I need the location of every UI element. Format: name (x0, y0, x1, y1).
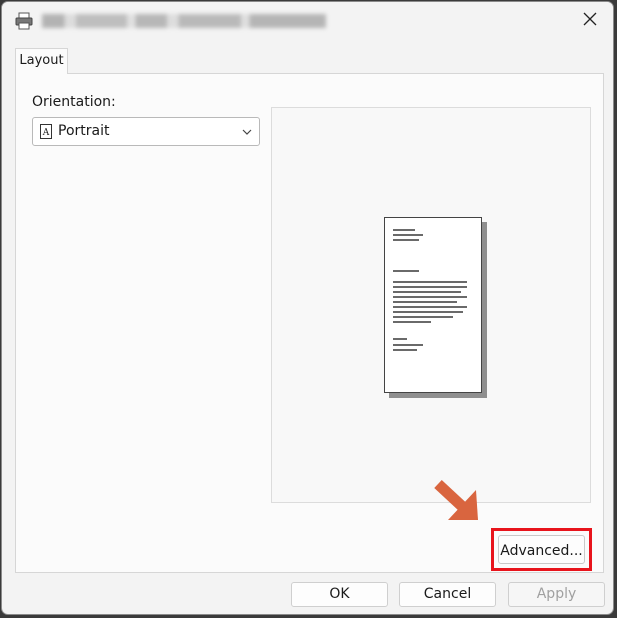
close-icon (583, 12, 597, 30)
apply-button[interactable]: Apply (508, 582, 605, 607)
layout-tab-panel: Orientation: A Portrait Advanced... (15, 73, 604, 573)
arrow-pointer-annotation (434, 479, 478, 520)
orientation-select[interactable]: A Portrait (32, 117, 260, 146)
cancel-button[interactable]: Cancel (399, 582, 496, 607)
orientation-label: Orientation: (32, 94, 116, 110)
tab-layout[interactable]: Layout (15, 48, 68, 74)
portrait-page-icon: A (40, 124, 52, 139)
page-preview-document (384, 217, 482, 393)
orientation-select-value: Portrait (58, 123, 110, 139)
page-setup-dialog: Layout Orientation: A Portrait Advanced.… (1, 1, 614, 615)
advanced-button-highlight: Advanced... (491, 528, 592, 571)
advanced-button[interactable]: Advanced... (498, 535, 585, 564)
printer-icon (14, 11, 34, 31)
close-button[interactable] (575, 8, 605, 34)
title-bar[interactable] (2, 2, 613, 42)
svg-text:A: A (42, 128, 50, 138)
ok-button[interactable]: OK (291, 582, 388, 607)
page-preview (271, 107, 591, 503)
chevron-down-icon (241, 126, 253, 138)
window-title-obscured (42, 14, 326, 28)
